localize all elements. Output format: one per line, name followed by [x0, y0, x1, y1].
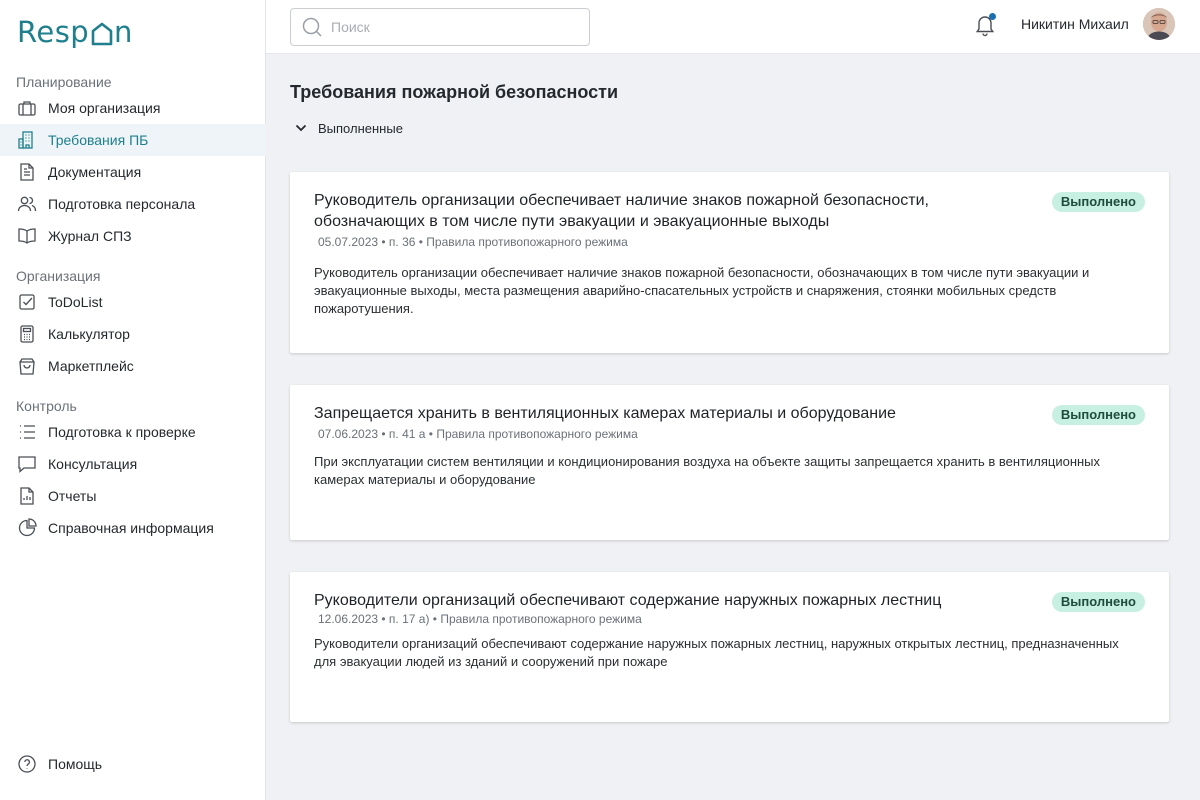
sidebar-item-spz-journal[interactable]: Журнал СПЗ — [0, 220, 266, 252]
sidebar-item-consultation[interactable]: Консультация — [0, 448, 266, 480]
help-section: Помощь — [0, 748, 266, 780]
card-description: При эксплуатации систем вентиляции и кон… — [314, 454, 1101, 487]
book-icon — [16, 225, 38, 247]
sidebar-item-my-organization[interactable]: Моя организация — [0, 92, 266, 124]
search-icon — [301, 16, 323, 38]
requirement-card[interactable]: Руководители организаций обеспечивают со… — [290, 572, 1169, 722]
sidebar-item-calculator[interactable]: Калькулятор — [0, 318, 266, 350]
shopping-bag-icon — [16, 355, 38, 377]
requirement-card[interactable]: Руководитель организации обеспечивает на… — [290, 172, 1169, 353]
requirement-card[interactable]: Запрещается хранить в вентиляционных кам… — [290, 385, 1169, 540]
notifications-button[interactable] — [972, 12, 998, 38]
help-link[interactable]: Помощь — [0, 748, 266, 780]
app-root: Resp n Планирование Моя организация Треб… — [0, 0, 1200, 800]
sidebar-item-label: Моя организация — [48, 100, 161, 116]
users-icon — [16, 193, 38, 215]
nav-section-title: Организация — [16, 268, 101, 284]
bell-icon — [972, 16, 998, 42]
sidebar: Resp n Планирование Моя организация Треб… — [0, 0, 266, 800]
help-icon — [16, 753, 38, 775]
calculator-icon — [16, 323, 38, 345]
card-title: Запрещается хранить в вентиляционных кам… — [314, 405, 896, 422]
sidebar-item-label: Отчеты — [48, 488, 97, 504]
avatar[interactable] — [1143, 8, 1175, 40]
card-description: Руководитель организации обеспечивает на… — [314, 265, 1090, 316]
search-box[interactable] — [290, 8, 590, 46]
card-meta: 07.06.2023 • п. 41 а • Правила противопо… — [318, 427, 638, 441]
card-description: Руководители организаций обеспечивают со… — [314, 636, 1119, 669]
avatar-image — [1143, 8, 1175, 40]
sidebar-item-label: Журнал СПЗ — [48, 228, 132, 244]
card-title: Руководители организаций обеспечивают со… — [314, 592, 942, 609]
chevron-down-icon — [294, 121, 318, 135]
status-badge: Выполнено — [1051, 405, 1145, 425]
sidebar-item-todolist[interactable]: ToDoList — [0, 286, 266, 318]
checklist-icon — [16, 291, 38, 313]
search-input[interactable] — [331, 19, 571, 35]
svg-text:Resp: Resp — [17, 15, 89, 49]
sidebar-item-label: ToDoList — [48, 294, 103, 310]
document-icon — [16, 161, 38, 183]
card-meta: 05.07.2023 • п. 36 • Правила противопожа… — [318, 235, 628, 249]
card-meta: 12.06.2023 • п. 17 а) • Правила противоп… — [318, 612, 642, 626]
status-badge: Выполнено — [1051, 192, 1145, 212]
chat-icon — [16, 453, 38, 475]
sidebar-item-label: Калькулятор — [48, 326, 130, 342]
sidebar-item-documentation[interactable]: Документация — [0, 156, 266, 188]
sidebar-item-reports[interactable]: Отчеты — [0, 480, 266, 512]
help-label: Помощь — [48, 756, 103, 772]
sidebar-item-inspection-prep[interactable]: Подготовка к проверке — [0, 416, 266, 448]
sidebar-item-label: Подготовка персонала — [48, 196, 196, 212]
sidebar-item-label: Требования ПБ — [48, 132, 149, 148]
sidebar-item-label: Справочная информация — [48, 520, 214, 536]
notification-dot — [989, 13, 996, 20]
sidebar-item-label: Маркетплейс — [48, 358, 134, 374]
list-icon — [16, 421, 38, 443]
building-icon — [16, 129, 38, 151]
report-icon — [16, 485, 38, 507]
logo-wordmark: Resp n — [17, 15, 133, 49]
nav-section-title: Планирование — [16, 74, 112, 90]
sidebar-item-label: Документация — [48, 164, 142, 180]
svg-text:n: n — [114, 15, 133, 49]
sidebar-item-label: Подготовка к проверке — [48, 424, 196, 440]
main-area: Никитин Михаил Требования пожарной безоп… — [266, 0, 1200, 800]
sidebar-item-staff-training[interactable]: Подготовка персонала — [0, 188, 266, 220]
content: Требования пожарной безопасности Выполне… — [290, 54, 1170, 722]
topbar: Никитин Михаил — [266, 0, 1200, 54]
pie-chart-icon — [16, 517, 38, 539]
filter-label: Выполненные — [318, 120, 403, 136]
user-name[interactable]: Никитин Михаил — [1021, 16, 1129, 32]
sidebar-item-fire-requirements[interactable]: Требования ПБ — [0, 124, 266, 156]
status-badge: Выполнено — [1051, 592, 1145, 612]
completed-filter-toggle[interactable]: Выполненные — [290, 118, 1170, 138]
logo[interactable]: Resp n — [17, 14, 137, 50]
nav-section-title: Контроль — [16, 398, 77, 414]
sidebar-item-marketplace[interactable]: Маркетплейс — [0, 350, 266, 382]
sidebar-item-label: Консультация — [48, 456, 138, 472]
card-title: Руководитель организации обеспечивает на… — [314, 192, 929, 230]
briefcase-icon — [16, 97, 38, 119]
sidebar-item-reference-info[interactable]: Справочная информация — [0, 512, 266, 544]
sidebar-nav: Планирование Моя организация Требования … — [0, 72, 266, 544]
page-title: Требования пожарной безопасности — [290, 82, 619, 102]
